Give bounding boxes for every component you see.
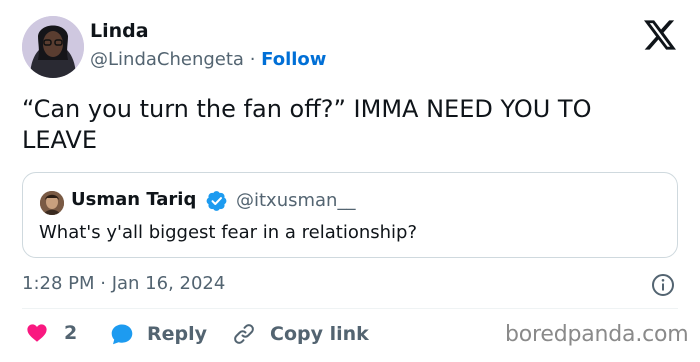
x-logo-icon[interactable]	[644, 20, 676, 50]
quoted-author-avatar	[40, 191, 64, 215]
quoted-author-name: Usman Tariq	[71, 189, 197, 210]
boredpanda-watermark: boredpanda.com	[505, 322, 689, 347]
quoted-tweet-text: What's y'all biggest fear in a relations…	[39, 222, 418, 243]
reply-action[interactable]: Reply	[110, 322, 207, 346]
like-action[interactable]: 2	[26, 322, 77, 344]
link-icon	[234, 324, 254, 344]
avatar-image	[22, 16, 84, 78]
author-handle-line: @LindaChengeta · Follow	[90, 49, 326, 70]
copy-link-label: Copy link	[270, 323, 369, 345]
author-name[interactable]: Linda	[90, 20, 149, 42]
tweet-text: “Can you turn the fan off?” IMMA NEED YO…	[22, 95, 592, 154]
quoted-author-handle: @itxusman__	[236, 190, 356, 211]
quoted-avatar-image	[40, 191, 64, 215]
handle-separator: ·	[249, 49, 256, 70]
copy-link-action[interactable]: Copy link	[232, 322, 369, 346]
reply-label: Reply	[147, 323, 208, 345]
follow-button[interactable]: Follow	[261, 49, 326, 70]
author-avatar[interactable]	[22, 16, 84, 78]
heart-icon	[27, 324, 47, 342]
likes-count: 2	[64, 322, 78, 344]
author-handle[interactable]: @LindaChengeta	[90, 49, 244, 70]
verified-badge-icon	[206, 191, 227, 211]
info-icon[interactable]	[651, 273, 675, 297]
action-divider	[22, 308, 678, 309]
tweet-timestamp[interactable]: 1:28 PM · Jan 16, 2024	[22, 273, 225, 294]
quoted-tweet-card[interactable]: Usman Tariq @itxusman__ What's y'all big…	[22, 172, 678, 258]
reply-icon	[111, 324, 133, 345]
